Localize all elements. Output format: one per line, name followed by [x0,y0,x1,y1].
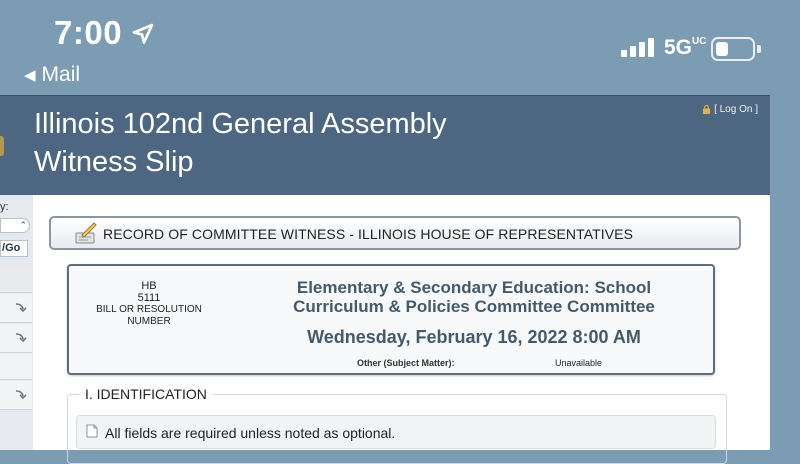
logon-label[interactable]: Log On [720,104,753,115]
bill-number: HB 5111 [137,280,161,304]
status-time: 7:00 [54,14,123,51]
identification-legend: I. IDENTIFICATION [79,386,213,402]
record-header: RECORD OF COMMITTEE WITNESS - ILLINOIS H… [49,216,741,250]
back-to-mail-button[interactable]: ◀ Mail [24,63,80,87]
arrow-icon [15,333,27,343]
subject-matter-value: Unavailable [555,358,603,368]
sidebar-item[interactable] [0,354,32,380]
battery-icon [711,37,755,61]
sidebar-item[interactable] [0,381,32,410]
location-arrow-icon [132,23,154,44]
lock-icon [702,105,711,114]
cellular-signal-icon [621,38,654,57]
back-label: Mail [41,63,81,86]
quill-pen-icon [75,222,97,244]
sidebar-select[interactable]: ⌃ [0,218,30,233]
sidebar-item[interactable] [0,294,32,323]
arrow-icon [15,390,27,400]
sidebar-item[interactable] [0,324,32,353]
ios-status-bar: 7:00 ◀ Mail 5GUC [0,0,800,95]
title-line-2: Witness Slip [34,146,194,178]
page-title: Illinois 102nd General Assembly Witness … [34,105,447,181]
bill-number-label: BILL OR RESOLUTION NUMBER [96,304,202,327]
battery-tip [757,45,761,53]
sidebar-item[interactable] [0,266,32,293]
document-icon [86,424,98,438]
logon-link[interactable]: [ Log On ] [702,104,758,115]
arrow-icon [15,303,27,313]
go-label: Go [5,242,21,254]
hearing-datetime: Wednesday, February 16, 2022 8:00 AM [307,327,641,347]
bill-info-box: HB 5111 BILL OR RESOLUTION NUMBER Elemen… [67,264,715,375]
required-fields-notice: All fields are required unless noted as … [76,415,716,449]
sidebar-label: y: [0,201,9,213]
network-suffix: UC [692,36,707,47]
header-decoration [0,136,4,156]
record-title: RECORD OF COMMITTEE WITNESS - ILLINOIS H… [103,226,634,242]
back-triangle-icon: ◀ [24,67,36,84]
notice-text: All fields are required unless noted as … [105,425,396,441]
network-type: 5GUC [664,36,706,60]
network-label: 5G [664,36,693,59]
title-line-1: Illinois 102nd General Assembly [34,108,447,140]
go-button[interactable]: /Go [0,240,28,257]
committee-name: Elementary & Secondary Education: School… [293,278,655,316]
subject-matter-label: Other (Subject Matter): [357,358,455,368]
site-header: Illinois 102nd General Assembly Witness … [0,95,770,196]
